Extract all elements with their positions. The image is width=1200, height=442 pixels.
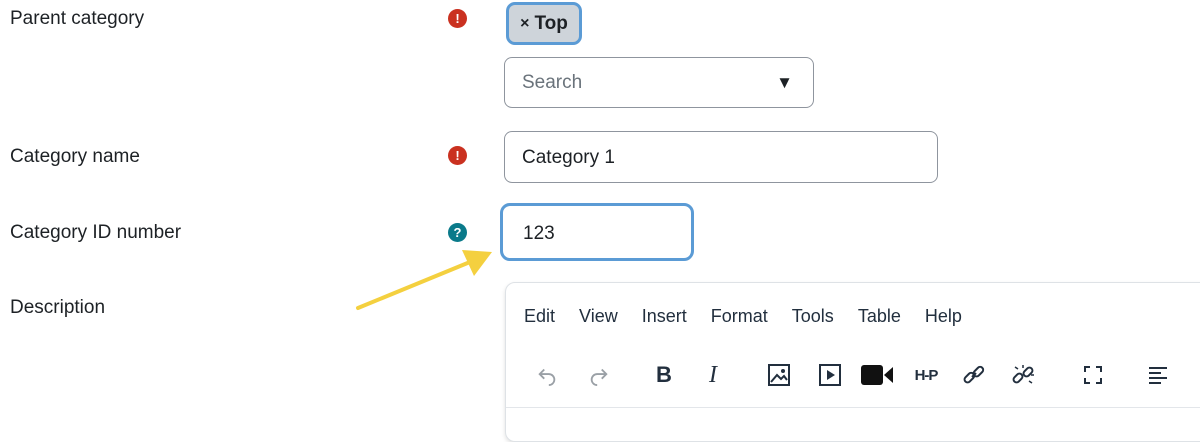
image-icon[interactable]: [764, 357, 794, 393]
bold-icon[interactable]: B: [651, 357, 677, 393]
menu-help[interactable]: Help: [925, 306, 962, 327]
menu-insert[interactable]: Insert: [642, 306, 687, 327]
required-icon: !: [448, 9, 467, 28]
undo-icon[interactable]: [532, 357, 562, 393]
unlink-icon[interactable]: [1008, 357, 1038, 393]
menu-format[interactable]: Format: [711, 306, 768, 327]
category-name-value: Category 1: [522, 147, 615, 168]
annotation-arrow-icon: [356, 250, 492, 310]
italic-icon[interactable]: I: [702, 357, 724, 393]
video-record-icon[interactable]: [859, 357, 895, 393]
editor-toolbar: B I H-P: [506, 357, 1200, 397]
h5p-icon[interactable]: H-P: [908, 357, 944, 393]
remove-chip-icon[interactable]: ×: [520, 15, 529, 33]
toolbar-divider: [506, 407, 1200, 408]
redo-icon[interactable]: [584, 357, 614, 393]
parent-category-label: Parent category: [10, 8, 145, 29]
category-id-value: 123: [523, 223, 555, 244]
link-icon[interactable]: [959, 357, 989, 393]
category-name-label: Category name: [10, 146, 140, 167]
required-icon: !: [448, 146, 467, 165]
media-icon[interactable]: [815, 357, 845, 393]
category-name-input[interactable]: Category 1: [504, 131, 938, 183]
menu-view[interactable]: View: [579, 306, 618, 327]
menu-edit[interactable]: Edit: [524, 306, 555, 327]
align-left-icon[interactable]: [1144, 357, 1172, 393]
menu-table[interactable]: Table: [858, 306, 901, 327]
parent-category-search[interactable]: Search ▼: [504, 57, 814, 108]
menu-tools[interactable]: Tools: [792, 306, 834, 327]
chip-label: Top: [534, 12, 568, 34]
category-id-input[interactable]: 123: [500, 203, 694, 261]
fullscreen-icon[interactable]: [1079, 357, 1107, 393]
category-id-label: Category ID number: [10, 222, 182, 243]
dropdown-caret-icon[interactable]: ▼: [776, 73, 793, 93]
selected-chip-top[interactable]: × Top: [506, 2, 582, 45]
description-label: Description: [10, 297, 106, 318]
rich-text-editor[interactable]: Edit View Insert Format Tools Table Help…: [505, 282, 1200, 442]
search-placeholder: Search: [522, 72, 583, 93]
editor-menubar: Edit View Insert Format Tools Table Help: [524, 306, 986, 327]
